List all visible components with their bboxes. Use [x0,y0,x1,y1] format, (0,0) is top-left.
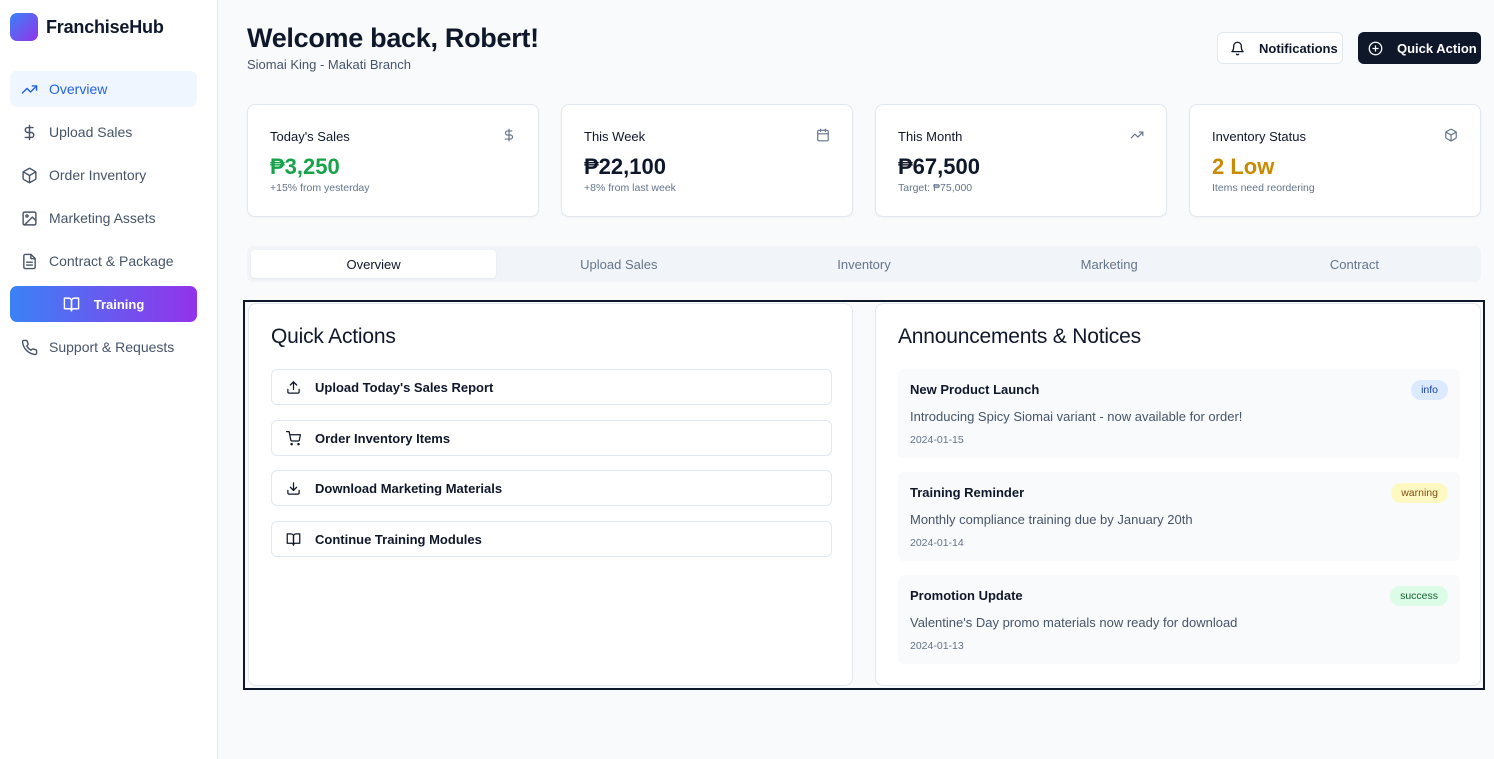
book-icon [63,296,80,312]
sidebar-item-label: Contract & Package [49,253,174,269]
stat-label: This Week [584,129,646,144]
download-marketing-button[interactable]: Download Marketing Materials [271,470,832,506]
quick-actions-panel: Quick Actions Upload Today's Sales Repor… [248,303,853,686]
stat-value: 2 Low [1212,154,1275,179]
quick-action-label: Quick Action [1397,40,1477,56]
quick-actions-title: Quick Actions [271,325,396,348]
status-badge: warning [1391,483,1448,503]
sidebar-item-upload-sales[interactable]: Upload Sales [10,114,197,150]
stat-label: Today's Sales [270,129,350,144]
quick-action-label: Continue Training Modules [315,531,482,547]
announcement-body: Valentine's Day promo materials now read… [910,615,1238,630]
calendar-icon [817,128,829,142]
sidebar-item-training[interactable]: Training [10,286,197,322]
sidebar-item-label: Marketing Assets [49,210,156,226]
page-title: Welcome back, Robert! [247,23,539,53]
cart-icon [286,430,301,445]
stat-subtext: +8% from last week [584,182,676,194]
stat-value: ₱3,250 [270,154,340,179]
tab-contract[interactable]: Contract [1232,250,1477,278]
quick-action-label: Upload Today's Sales Report [315,379,494,395]
stat-subtext: Target: ₱75,000 [898,182,973,194]
announcement-item[interactable]: Training Reminder warning Monthly compli… [898,472,1460,561]
announcement-date: 2024-01-14 [910,537,964,549]
sidebar-item-contract-package[interactable]: Contract & Package [10,243,197,279]
tab-bar: Overview Upload Sales Inventory Marketin… [247,246,1481,282]
announcement-body: Introducing Spicy Siomai variant - now a… [910,409,1243,424]
announcement-title: Promotion Update [910,588,1023,603]
package-icon [1445,128,1457,142]
announcement-title: New Product Launch [910,382,1040,397]
stat-card-inventory-status: Inventory Status 2 Low Items need reorde… [1189,104,1481,217]
notifications-button[interactable]: Notifications [1217,32,1343,64]
notifications-label: Notifications [1259,40,1338,56]
announcement-title: Training Reminder [910,485,1025,500]
document-icon [23,253,36,269]
quick-action-button[interactable]: Quick Action [1358,32,1481,64]
stat-subtext: +15% from yesterday [270,182,370,194]
sidebar-item-support-requests[interactable]: Support & Requests [10,329,197,365]
stat-card-this-week: This Week ₱22,100 +8% from last week [561,104,853,217]
dollar-icon [24,124,35,140]
stat-card-today-sales: Today's Sales ₱3,250 +15% from yesterday [247,104,539,217]
sidebar-item-overview[interactable]: Overview [10,71,197,107]
upload-sales-report-button[interactable]: Upload Today's Sales Report [271,369,832,405]
tab-inventory[interactable]: Inventory [741,250,986,278]
continue-training-button[interactable]: Continue Training Modules [271,521,832,557]
branch-subtitle: Siomai King - Makati Branch [247,57,412,72]
quick-action-label: Order Inventory Items [315,430,451,446]
quick-action-label: Download Marketing Materials [315,480,503,496]
upload-icon [287,380,300,394]
announcements-title: Announcements & Notices [898,325,1141,348]
announcements-panel: Announcements & Notices New Product Laun… [875,303,1481,686]
brand-name: FranchiseHub [46,16,164,37]
announcement-item[interactable]: Promotion Update success Valentine's Day… [898,575,1460,664]
tab-marketing[interactable]: Marketing [987,250,1232,278]
trending-up-icon [21,84,38,94]
plus-circle-icon [1368,41,1383,55]
announcement-date: 2024-01-15 [910,434,964,446]
announcement-body: Monthly compliance training due by Janua… [910,512,1193,527]
dollar-icon [504,128,514,142]
sidebar-item-marketing-assets[interactable]: Marketing Assets [10,200,197,236]
brand[interactable]: FranchiseHub [10,13,164,41]
tab-overview[interactable]: Overview [251,250,497,278]
sidebar: FranchiseHub Overview Upload Sales Order… [0,0,218,759]
tab-upload-sales[interactable]: Upload Sales [496,250,741,278]
stat-value: ₱67,500 [898,154,980,179]
download-icon [287,481,300,495]
status-badge: success [1390,586,1448,606]
image-icon [22,210,37,226]
sidebar-item-label: Order Inventory [49,167,147,183]
stat-label: This Month [898,129,963,144]
announcement-date: 2024-01-13 [910,640,964,652]
bell-icon [1231,41,1244,55]
sidebar-item-label: Support & Requests [49,339,175,355]
sidebar-nav: Overview Upload Sales Order Inventory Ma… [10,71,197,372]
order-inventory-button[interactable]: Order Inventory Items [271,420,832,456]
stat-label: Inventory Status [1212,129,1306,144]
sidebar-item-label: Upload Sales [49,124,133,140]
brand-logo [10,13,38,41]
sidebar-item-label: Overview [49,81,108,97]
sidebar-item-label: Training [93,296,145,312]
stat-value: ₱22,100 [584,154,666,179]
stat-card-this-month: This Month ₱67,500 Target: ₱75,000 [875,104,1167,217]
trending-up-icon [1130,131,1144,139]
package-icon [22,167,37,183]
sidebar-item-order-inventory[interactable]: Order Inventory [10,157,197,193]
phone-icon [21,339,38,355]
announcement-item[interactable]: New Product Launch info Introducing Spic… [898,369,1460,458]
book-icon [286,532,301,546]
status-badge: info [1411,380,1448,400]
stat-subtext: Items need reordering [1212,182,1315,194]
